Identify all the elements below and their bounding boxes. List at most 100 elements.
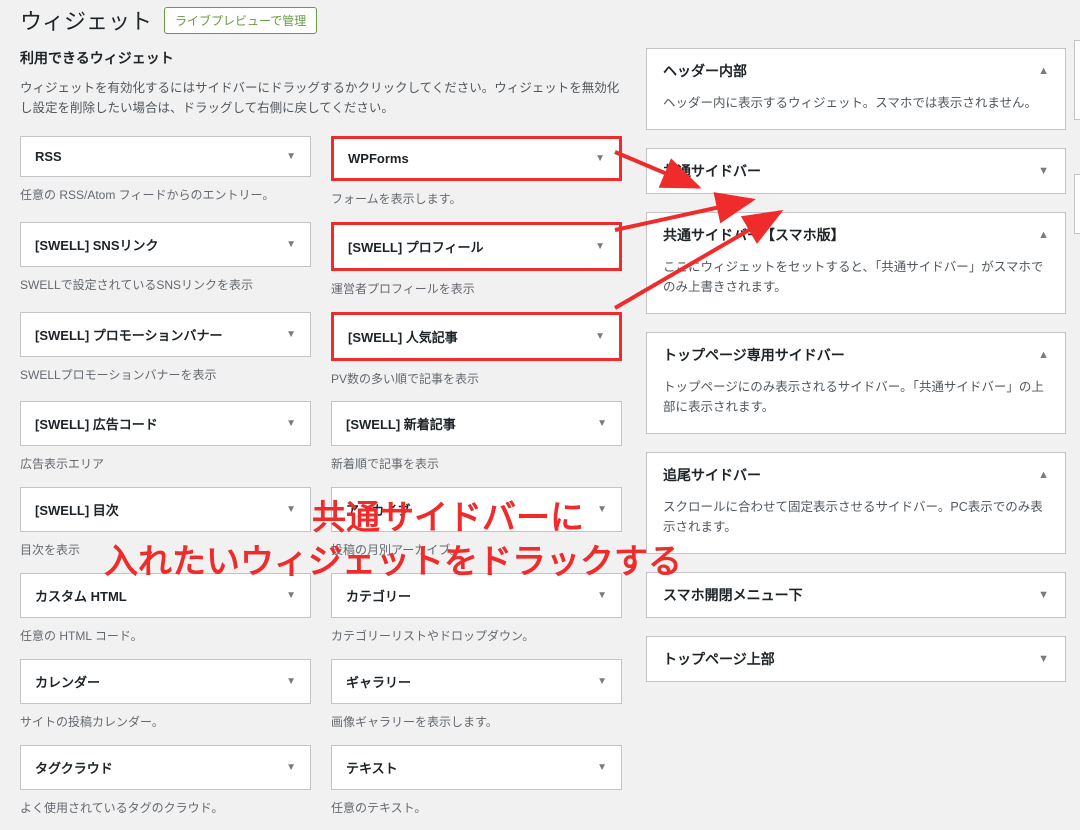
widget-item[interactable]: カスタム HTML ▼ [20,573,311,618]
widget-area-header[interactable]: スマホ開閉メニュー下 ▼ [647,573,1065,617]
live-preview-button[interactable]: ライブプレビューで管理 [164,7,317,34]
chevron-down-icon: ▼ [595,241,605,252]
widget-item[interactable]: [SWELL] プロモーションバナー ▼ [20,312,311,357]
chevron-down-icon: ▼ [597,504,607,515]
widget-help-text: 画像ギャラリーを表示します。 [331,714,622,731]
chevron-up-icon: ▲ [1038,469,1049,481]
widget-item[interactable]: WPForms ▼ [331,136,622,181]
widget-item[interactable]: [SWELL] 新着記事 ▼ [331,401,622,446]
chevron-down-icon: ▼ [597,676,607,687]
chevron-up-icon: ▲ [1038,229,1049,241]
page-title: ウィジェット [20,4,152,36]
chevron-down-icon: ▼ [286,418,296,429]
available-widgets-title: 利用できるウィジェット [20,48,622,68]
chevron-up-icon: ▲ [1038,349,1049,361]
widget-label: カテゴリー [346,586,411,605]
widget-item[interactable]: [SWELL] SNSリンク ▼ [20,222,311,267]
widget-help-text: よく使用されているタグのクラウド。 [20,800,311,817]
widget-label: テキスト [346,758,398,777]
chevron-down-icon: ▼ [1038,653,1049,665]
widget-area-header[interactable]: 共通サイドバー ▼ [647,149,1065,193]
widget-area: トップページ専用サイドバー ▲ トップページにのみ表示されるサイドバー。「共通サイド… [646,332,1066,434]
widget-item[interactable]: ギャラリー ▼ [331,659,622,704]
chevron-down-icon: ▼ [597,590,607,601]
offscreen-panel-sliver [1074,40,1080,120]
widget-area-desc: ここにウィジェットをセットすると、「共通サイドバー」がスマホでのみ上書きされます… [647,257,1065,313]
widget-item[interactable]: アーカイブ ▼ [331,487,622,532]
widget-item[interactable]: [SWELL] プロフィール ▼ [331,222,622,271]
widget-help-text: PV数の多い順で記事を表示 [331,371,622,388]
widget-help-text: 投稿の月別アーカイブ。 [331,542,622,559]
chevron-down-icon: ▼ [597,762,607,773]
chevron-down-icon: ▼ [286,329,296,340]
chevron-down-icon: ▼ [597,418,607,429]
widget-item[interactable]: RSS ▼ [20,136,311,177]
widget-label: アーカイブ [346,500,410,519]
widget-area: 共通サイドバー【スマホ版】 ▲ ここにウィジェットをセットすると、「共通サイドバー」… [646,212,1066,314]
widget-area-desc: トップページにのみ表示されるサイドバー。「共通サイドバー」の上部に表示されます。 [647,377,1065,433]
widget-label: [SWELL] 新着記事 [346,414,456,433]
widget-area-label: トップページ上部 [663,649,775,669]
widget-area-label: トップページ専用サイドバー [663,345,845,365]
widget-item[interactable]: [SWELL] 目次 ▼ [20,487,311,532]
widget-area-header[interactable]: 追尾サイドバー ▲ [647,453,1065,497]
available-widgets-desc: ウィジェットを有効化するにはサイドバーにドラッグするかクリックしてください。ウィ… [20,78,622,118]
widget-item[interactable]: カレンダー ▼ [20,659,311,704]
chevron-down-icon: ▼ [595,331,605,342]
widget-label: ギャラリー [346,672,411,691]
widget-area: ヘッダー内部 ▲ ヘッダー内に表示するウィジェット。スマホでは表示されません。 [646,48,1066,130]
widget-area-header[interactable]: トップページ上部 ▼ [647,637,1065,681]
widget-help-text: 任意の RSS/Atom フィードからのエントリー。 [20,187,311,204]
widget-label: RSS [35,149,62,164]
widget-area-header[interactable]: ヘッダー内部 ▲ [647,49,1065,93]
widget-item[interactable]: テキスト ▼ [331,745,622,790]
widget-label: [SWELL] 人気記事 [348,327,458,346]
widget-item[interactable]: カテゴリー ▼ [331,573,622,618]
widget-help-text: 新着順で記事を表示 [331,456,622,473]
widget-help-text: フォームを表示します。 [331,191,622,208]
widget-area: 追尾サイドバー ▲ スクロールに合わせて固定表示させるサイドバー。PC表示でのみ表示… [646,452,1066,554]
widget-label: カレンダー [35,672,100,691]
chevron-up-icon: ▲ [1038,65,1049,77]
widget-item[interactable]: [SWELL] 広告コード ▼ [20,401,311,446]
widget-label: [SWELL] プロモーションバナー [35,325,223,344]
widget-help-text: カテゴリーリストやドロップダウン。 [331,628,622,645]
widget-label: [SWELL] 目次 [35,500,119,519]
widget-area-label: スマホ開閉メニュー下 [663,585,803,605]
widget-label: [SWELL] プロフィール [348,237,484,256]
chevron-down-icon: ▼ [595,153,605,164]
widget-area-label: ヘッダー内部 [663,61,747,81]
widget-label: [SWELL] SNSリンク [35,235,159,254]
chevron-down-icon: ▼ [286,676,296,687]
widget-item[interactable]: タグクラウド▼ [20,745,311,790]
widget-area-label: 共通サイドバー【スマホ版】 [663,225,845,245]
widget-label: カスタム HTML [35,586,127,605]
widget-area-desc: ヘッダー内に表示するウィジェット。スマホでは表示されません。 [647,93,1065,129]
widget-area: スマホ開閉メニュー下 ▼ [646,572,1066,618]
chevron-down-icon: ▼ [286,151,296,162]
widget-label: [SWELL] 広告コード [35,414,158,433]
chevron-down-icon: ▼ [286,504,296,515]
widget-area-header[interactable]: 共通サイドバー【スマホ版】 ▲ [647,213,1065,257]
widget-area-desc: スクロールに合わせて固定表示させるサイドバー。PC表示でのみ表示されます。 [647,497,1065,553]
chevron-down-icon: ▼ [286,239,296,250]
widget-label: WPForms [348,151,409,166]
widget-help-text: 任意の HTML コード。 [20,628,311,645]
widget-item[interactable]: [SWELL] 人気記事 ▼ [331,312,622,361]
widget-area: 共通サイドバー ▼ [646,148,1066,194]
widget-area: トップページ上部 ▼ [646,636,1066,682]
chevron-down-icon: ▼ [1038,589,1049,601]
widget-help-text: サイトの投稿カレンダー。 [20,714,311,731]
chevron-down-icon: ▼ [286,762,296,773]
widget-help-text: 目次を表示 [20,542,311,559]
widget-help-text: SWELLプロモーションバナーを表示 [20,367,311,384]
widget-area-label: 共通サイドバー [663,161,761,181]
offscreen-panel-sliver [1074,174,1080,234]
widget-help-text: 任意のテキスト。 [331,800,622,817]
widget-area-label: 追尾サイドバー [663,465,761,485]
chevron-down-icon: ▼ [1038,165,1049,177]
chevron-down-icon: ▼ [286,590,296,601]
widget-area-header[interactable]: トップページ専用サイドバー ▲ [647,333,1065,377]
widget-help-text: 広告表示エリア [20,456,311,473]
widget-help-text: SWELLで設定されているSNSリンクを表示 [20,277,311,294]
